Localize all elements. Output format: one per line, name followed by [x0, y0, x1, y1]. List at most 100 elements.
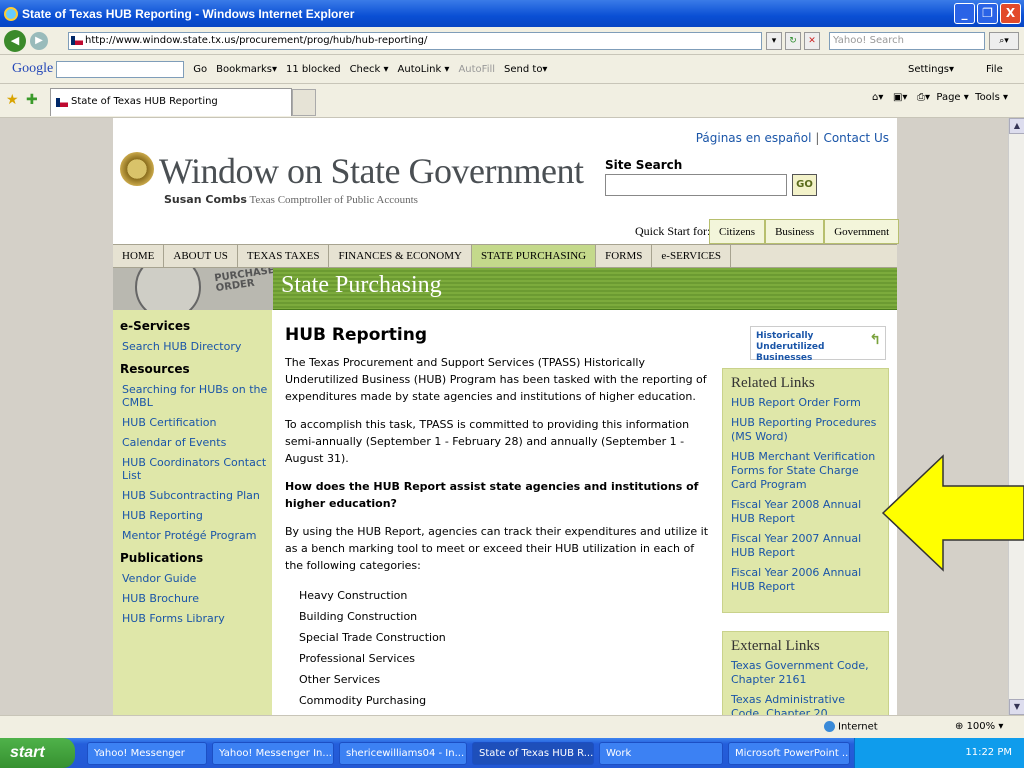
status-bar: Internet ⊕ 100% ▾	[0, 715, 1024, 738]
comptroller-name: Susan Combs	[164, 193, 247, 206]
file-menu[interactable]: File	[986, 64, 1003, 75]
sidebar-link-search-hub-directory[interactable]: Search HUB Directory	[113, 333, 272, 353]
site-logo[interactable]: Window on State Government	[159, 150, 584, 192]
browser-tab-active[interactable]: State of Texas HUB Reporting	[50, 88, 292, 116]
autofill-button[interactable]: AutoFill	[458, 64, 495, 75]
minimize-button[interactable]: _	[954, 3, 975, 24]
related-link-fy2008[interactable]: Fiscal Year 2008 Annual HUB Report	[731, 498, 880, 526]
site-search-go-button[interactable]: GO	[792, 174, 817, 196]
nav-home[interactable]: HOME	[113, 245, 165, 267]
site-search-input[interactable]	[605, 174, 787, 196]
send-to-button[interactable]: Send to▾	[504, 64, 547, 75]
nav-texas-taxes[interactable]: TEXAS TAXES	[238, 245, 330, 267]
taskbar-item-shericewilliams[interactable]: shericewilliams04 - In...	[339, 741, 467, 765]
close-button[interactable]: X	[1000, 3, 1021, 24]
forward-button[interactable]: ▶	[30, 31, 48, 50]
taskbar-item-state-of-texas[interactable]: State of Texas HUB R...	[472, 741, 594, 765]
url-text: http://www.window.state.tx.us/procuremen…	[85, 35, 428, 46]
settings-button[interactable]: Settings▾	[908, 64, 954, 75]
sidebar-link-mentor-protege[interactable]: Mentor Protégé Program	[113, 522, 272, 542]
nav-forms[interactable]: FORMS	[596, 245, 653, 267]
related-link-fy2006[interactable]: Fiscal Year 2006 Annual HUB Report	[731, 566, 880, 594]
google-go-button[interactable]: Go	[193, 64, 207, 75]
favorites-star-icon[interactable]: ★	[6, 92, 19, 108]
taskbar-item-work[interactable]: Work	[599, 741, 723, 765]
bookmarks-button[interactable]: Bookmarks▾	[216, 64, 277, 75]
page-title: HUB Reporting	[285, 325, 427, 345]
web-page: Páginas en español | Contact Us Window on …	[113, 118, 900, 715]
contact-us-link[interactable]: Contact Us	[823, 131, 889, 145]
publications-heading: Publications	[120, 551, 204, 565]
nav-about-us[interactable]: ABOUT US	[164, 245, 238, 267]
stamp-text: PURCHASE ORDER	[213, 268, 273, 295]
texas-flag-icon	[56, 98, 68, 107]
quick-start-label: Quick Start for:	[635, 224, 711, 238]
google-search-input[interactable]	[56, 60, 185, 78]
tools-menu[interactable]: Tools ▾	[975, 92, 1008, 103]
related-link-fy2007[interactable]: Fiscal Year 2007 Annual HUB Report	[731, 532, 880, 560]
autolink-button[interactable]: AutoLink ▾	[398, 64, 450, 75]
taskbar-item-yahoo-messenger[interactable]: Yahoo! Messenger	[87, 741, 207, 765]
category-list: Heavy Construction Building Construction…	[299, 585, 711, 711]
taskbar-item-powerpoint[interactable]: Microsoft PowerPoint ...	[728, 741, 850, 765]
start-button[interactable]: start	[0, 738, 75, 768]
related-link-procedures[interactable]: HUB Reporting Procedures (MS Word)	[731, 416, 880, 444]
security-zone: Internet	[824, 721, 878, 733]
maximize-button[interactable]: ❐	[977, 3, 998, 24]
taskbar-item-yahoo-messenger-in[interactable]: Yahoo! Messenger In...	[212, 741, 334, 765]
stop-button[interactable]: ✕	[804, 32, 820, 50]
address-field[interactable]: http://www.window.state.tx.us/procuremen…	[68, 32, 762, 50]
related-link-order-form[interactable]: HUB Report Order Form	[731, 396, 880, 410]
window-title: State of Texas HUB Reporting - Windows I…	[22, 6, 355, 21]
sidebar-link-forms-library[interactable]: HUB Forms Library	[113, 605, 272, 625]
sidebar-link-subcontracting[interactable]: HUB Subcontracting Plan	[113, 482, 272, 502]
sidebar-link-searching-cmbl[interactable]: Searching for HUBs on the CMBL	[113, 376, 272, 409]
external-link-admin-code[interactable]: Texas Administrative Code, Chapter 20, S…	[731, 693, 880, 715]
feeds-icon[interactable]: ▣▾	[893, 92, 907, 103]
sidebar-link-coordinators[interactable]: HUB Coordinators Contact List	[113, 449, 272, 482]
vertical-scrollbar[interactable]: ▲ ▼	[1008, 118, 1024, 715]
texas-flag-icon	[71, 36, 83, 45]
main-nav: HOME ABOUT US TEXAS TAXES FINANCES & ECO…	[113, 244, 897, 268]
hub-program-link[interactable]: Historically Underutilized Businesses ↰	[750, 326, 886, 363]
system-tray: 11:22 PM	[854, 738, 1024, 768]
related-link-merchant-verification[interactable]: HUB Merchant Verification Forms for Stat…	[731, 450, 880, 492]
popup-blocked-button[interactable]: 11 blocked	[286, 64, 341, 75]
sidebar-link-hub-reporting[interactable]: HUB Reporting	[113, 502, 272, 522]
quick-tab-business[interactable]: Business	[765, 219, 825, 244]
scroll-up-arrow-icon[interactable]: ▲	[1009, 118, 1024, 134]
add-favorite-icon[interactable]: ✚	[26, 92, 38, 108]
globe-icon	[824, 721, 835, 732]
back-button[interactable]: ◀	[4, 29, 26, 52]
refresh-button[interactable]: ↻	[785, 32, 801, 50]
site-subtitle: Susan Combs Texas Comptroller of Public …	[164, 193, 418, 206]
spanish-link[interactable]: Páginas en español	[696, 131, 812, 145]
new-tab-button[interactable]	[292, 89, 316, 116]
print-icon[interactable]: ⎙▾	[917, 92, 930, 103]
page-menu[interactable]: Page ▾	[936, 92, 968, 103]
sidebar-link-hub-certification[interactable]: HUB Certification	[113, 409, 272, 429]
spell-check-button[interactable]: Check ▾	[350, 64, 389, 75]
nav-e-services[interactable]: e-SERVICES	[652, 245, 732, 267]
nav-finances-economy[interactable]: FINANCES & ECONOMY	[329, 245, 472, 267]
home-icon[interactable]: ⌂▾	[872, 92, 883, 103]
search-input[interactable]: Yahoo! Search	[829, 32, 985, 50]
clock[interactable]: 11:22 PM	[965, 747, 1012, 758]
sidebar-link-hub-brochure[interactable]: HUB Brochure	[113, 585, 272, 605]
sidebar-link-vendor-guide[interactable]: Vendor Guide	[113, 565, 272, 585]
address-dropdown-button[interactable]: ▾	[766, 32, 782, 50]
zoom-control[interactable]: ⊕ 100% ▾	[955, 721, 1003, 732]
zoom-level: 100%	[966, 721, 996, 732]
external-link-gov-code[interactable]: Texas Government Code, Chapter 2161	[731, 659, 880, 687]
banner-title: State Purchasing	[281, 272, 442, 298]
quick-tab-citizens[interactable]: Citizens	[709, 219, 766, 244]
list-item: Building Construction	[299, 610, 418, 623]
scroll-down-arrow-icon[interactable]: ▼	[1009, 699, 1024, 715]
search-button[interactable]: ⌕▾	[989, 32, 1019, 50]
quick-tab-government[interactable]: Government	[824, 219, 900, 244]
tab-title: State of Texas HUB Reporting	[71, 96, 218, 107]
sidebar-link-calendar[interactable]: Calendar of Events	[113, 429, 272, 449]
nav-state-purchasing[interactable]: STATE PURCHASING	[471, 245, 597, 267]
eservices-heading: e-Services	[120, 319, 191, 333]
texas-seal-icon	[120, 152, 154, 186]
